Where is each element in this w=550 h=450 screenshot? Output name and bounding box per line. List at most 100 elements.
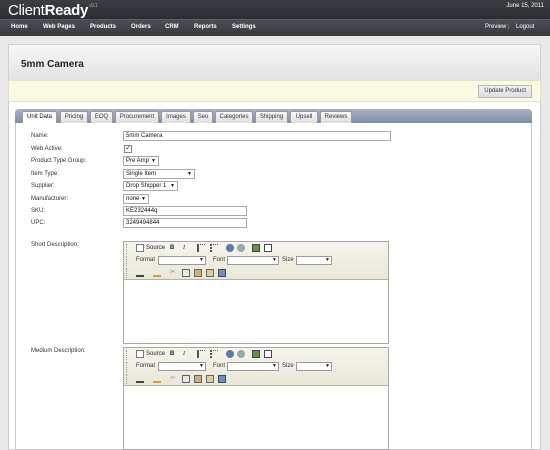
nav-reports[interactable]: Reports [194, 24, 217, 30]
cut-icon[interactable]: ✂ [170, 269, 178, 277]
tab-reviews[interactable]: Reviews [320, 111, 352, 123]
numbered-list-icon[interactable] [197, 244, 205, 252]
tab-shipping[interactable]: Shipping [255, 111, 288, 123]
supplier-select[interactable]: Drop Shipper 1 ▼ [123, 181, 178, 191]
italic-button[interactable]: I [183, 244, 185, 253]
bold-button[interactable]: B [170, 244, 174, 253]
bold-button[interactable]: B [170, 350, 174, 359]
chevron-down-icon: ▼ [141, 196, 146, 202]
web-active-checkbox[interactable]: ✓ [124, 145, 132, 153]
manufacturer-label: Manufacturer: [31, 196, 69, 202]
page-header: 5mm Camera [8, 44, 541, 80]
web-active-label: Web Active: [31, 146, 63, 152]
source-button[interactable]: Source [146, 350, 165, 359]
format-label: Format [136, 257, 156, 263]
name-label: Name: [31, 133, 49, 139]
sku-field[interactable]: KE232444q [123, 206, 247, 216]
paste-text-icon[interactable] [206, 269, 214, 277]
tab-pricing[interactable]: Pricing [60, 111, 88, 123]
chevron-down-icon: ▼ [170, 183, 175, 189]
background-color-icon[interactable] [153, 375, 161, 383]
nav-preview[interactable]: Preview [485, 24, 506, 30]
font-label: Font [213, 257, 226, 263]
chevron-down-icon: ▼ [151, 158, 156, 164]
format-dropdown[interactable]: ▼ [158, 362, 206, 371]
tab-eoq[interactable]: EOQ [90, 111, 113, 123]
name-field[interactable]: 5mm Camera [123, 131, 391, 141]
source-icon[interactable] [136, 244, 144, 252]
product-type-group-select[interactable]: Pre Amp ▼ [123, 156, 159, 166]
chevron-down-icon: ▼ [199, 257, 204, 263]
chevron-down-icon: ▼ [272, 257, 277, 263]
editor-text-area[interactable] [124, 386, 388, 449]
font-dropdown[interactable]: ▼ [227, 256, 279, 265]
current-date: June 15, 2011 [506, 3, 544, 9]
medium-description-editor: Source B I Format ▼ Font ▼ Size ▼ ✂ [123, 347, 389, 450]
toolbar-grip [126, 350, 129, 360]
tab-upsell[interactable]: Upsell [290, 111, 318, 123]
supplier-value: Drop Shipper 1 [126, 183, 167, 189]
text-color-icon[interactable] [136, 375, 144, 383]
tab-seo[interactable]: Seo [193, 111, 213, 123]
upc-label: UPC: [31, 220, 46, 226]
editor-text-area[interactable] [124, 280, 388, 343]
size-dropdown[interactable]: ▼ [296, 256, 332, 265]
supplier-label: Supplier: [31, 183, 55, 189]
cut-icon[interactable]: ✂ [170, 375, 178, 383]
product-type-group-value: Pre Amp [126, 158, 150, 164]
text-color-icon[interactable] [136, 269, 144, 277]
nav-home[interactable]: Home [11, 24, 28, 30]
bulleted-list-icon[interactable] [210, 350, 218, 358]
link-icon[interactable] [226, 244, 234, 252]
image-icon[interactable] [252, 350, 260, 358]
image-icon[interactable] [252, 244, 260, 252]
tab-images[interactable]: Images [161, 111, 191, 123]
size-label: Size [282, 257, 294, 263]
nav-crm[interactable]: CRM [165, 24, 179, 30]
source-icon[interactable] [136, 350, 144, 358]
format-label: Format [136, 363, 156, 369]
toolbar-grip [126, 374, 129, 384]
font-dropdown[interactable]: ▼ [227, 362, 279, 371]
paste-text-icon[interactable] [206, 375, 214, 383]
tab-categories[interactable]: Categories [215, 111, 253, 123]
copy-icon[interactable] [182, 269, 190, 277]
copy-icon[interactable] [182, 375, 190, 383]
tab-procurement[interactable]: Procurement [115, 111, 159, 123]
toolbar-grip [126, 244, 129, 254]
manufacturer-select[interactable]: none ▼ [123, 194, 149, 204]
item-type-value: Single Item [126, 171, 157, 177]
page-title: 5mm Camera [21, 59, 84, 70]
update-product-button[interactable]: Update Product [478, 85, 532, 98]
italic-button[interactable]: I [183, 350, 185, 359]
paste-icon[interactable] [194, 269, 202, 277]
link-icon[interactable] [226, 350, 234, 358]
background-color-icon[interactable] [153, 269, 161, 277]
app-logo[interactable]: ClientReadyv3.1 [8, 2, 98, 19]
paste-icon[interactable] [194, 375, 202, 383]
bulleted-list-icon[interactable] [210, 244, 218, 252]
nav-web-pages[interactable]: Web Pages [43, 24, 75, 30]
numbered-list-icon[interactable] [197, 350, 205, 358]
paste-word-icon[interactable] [218, 269, 226, 277]
format-dropdown[interactable]: ▼ [158, 256, 206, 265]
size-dropdown[interactable]: ▼ [296, 362, 332, 371]
nav-settings[interactable]: Settings [232, 24, 256, 30]
paste-word-icon[interactable] [218, 375, 226, 383]
item-type-select[interactable]: Single Item ▼ [123, 169, 195, 179]
item-type-label: Item Type: [31, 171, 59, 177]
source-button[interactable]: Source [146, 244, 165, 253]
nav-orders[interactable]: Orders [131, 24, 151, 30]
upc-field[interactable]: 3249494844 [123, 218, 247, 228]
unlink-icon[interactable] [237, 350, 245, 358]
short-description-label: Short Description: [31, 242, 79, 248]
nav-products[interactable]: Products [90, 24, 116, 30]
unlink-icon[interactable] [237, 244, 245, 252]
nav-logout[interactable]: Logout [516, 24, 534, 30]
table-icon[interactable] [264, 350, 272, 358]
table-icon[interactable] [264, 244, 272, 252]
toolbar-grip [126, 256, 129, 266]
product-type-group-label: Product Type Group: [31, 158, 87, 164]
editor-toolbar: Source B I Format ▼ Font ▼ Size ▼ ✂ [124, 348, 388, 386]
font-label: Font [213, 363, 226, 369]
